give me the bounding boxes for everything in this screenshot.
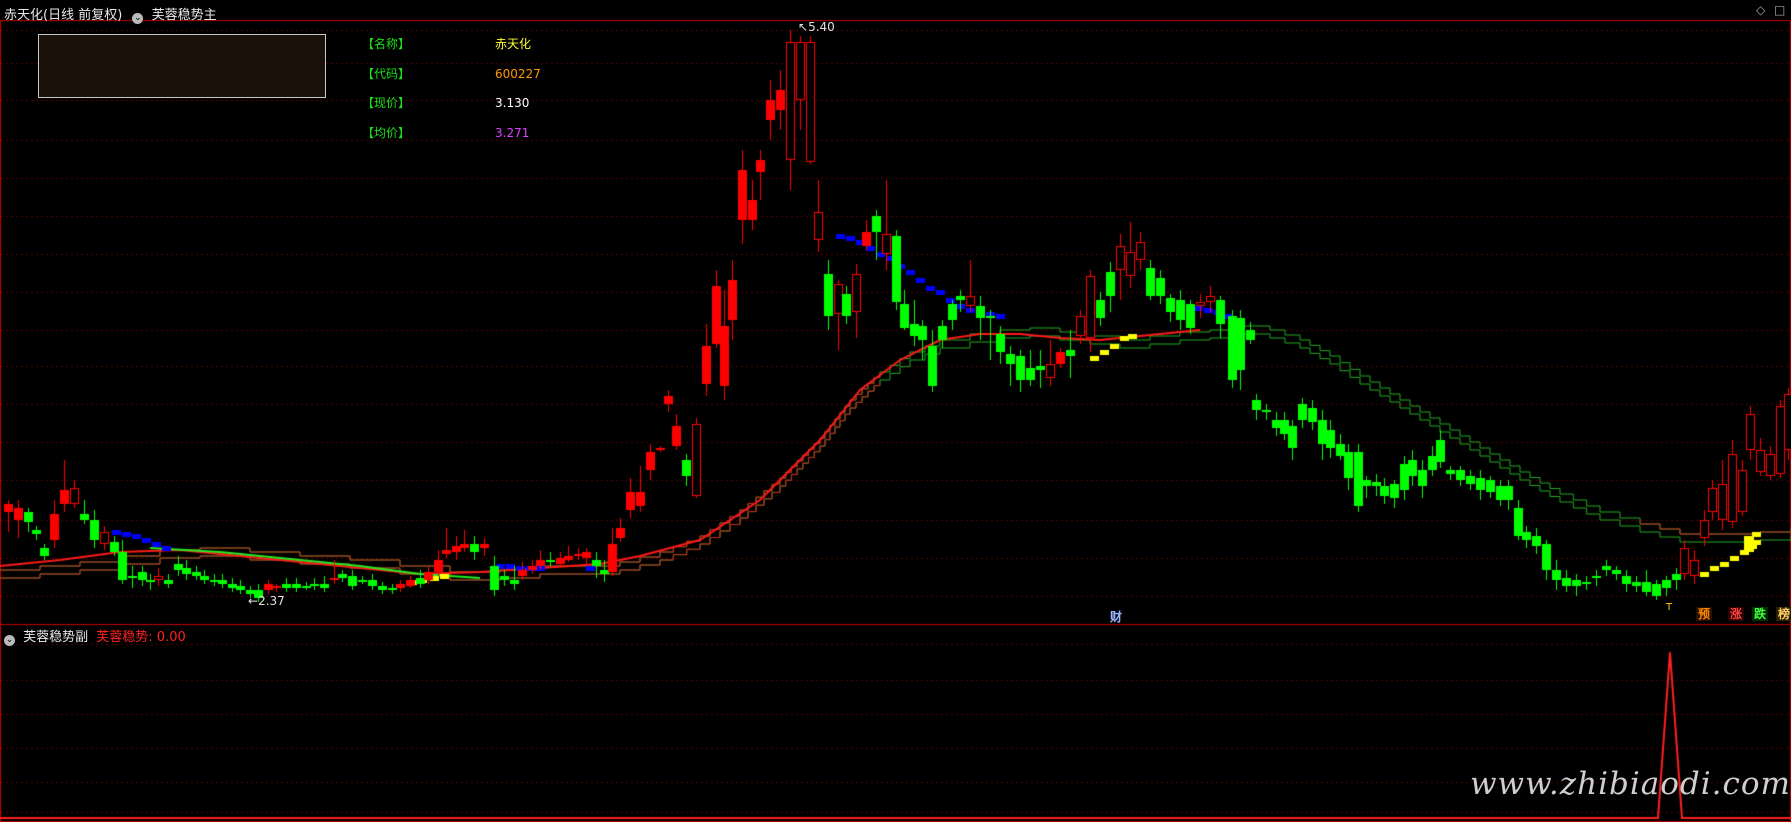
panel-expand-icon[interactable]: ◇ (1756, 3, 1765, 17)
tag-forecast: 预 (1696, 607, 1713, 621)
main-indicator-name[interactable]: 芙蓉稳势主 (152, 8, 217, 23)
sub-panel-header: ⌄ 芙蓉稳势副 芙蓉稳势: 0.00 (4, 626, 186, 646)
sub-indicator-toggle-icon[interactable]: ⌄ (4, 635, 15, 646)
low-price-label: ←2.37 (248, 594, 285, 608)
price-value: 3.130 (495, 96, 530, 110)
tag-rise: 涨 (1728, 607, 1745, 621)
price-label: 【现价】 (362, 96, 411, 110)
info-code-row: 【代码】 600227 (362, 65, 541, 82)
info-avg-row: 【均价】 3.271 (362, 124, 529, 141)
finance-marker[interactable]: 财 (1110, 608, 1122, 625)
panel-restore-icon[interactable]: □ (1774, 3, 1785, 17)
indicator-toggle-icon[interactable]: ⌄ (132, 13, 144, 24)
info-price-row: 【现价】 3.130 (362, 94, 529, 111)
sub-indicator-value: 芙蓉稳势: 0.00 (96, 630, 186, 645)
tag-fall: 跌 (1752, 607, 1769, 621)
low-price-value: 2.37 (258, 594, 285, 608)
tag-rank: 榜 (1776, 607, 1791, 621)
name-value: 赤天化 (495, 37, 532, 51)
watermark: www.zhibiaodi.com (1470, 766, 1791, 802)
chart-header: 赤天化(日线 前复权) ⌄ 芙蓉稳势主 (4, 4, 217, 24)
code-value: 600227 (495, 67, 541, 81)
name-label: 【名称】 (362, 37, 411, 51)
stock-title: 赤天化(日线 前复权) (4, 8, 123, 23)
high-price-value: 5.40 (808, 20, 835, 34)
sub-indicator-name[interactable]: 芙蓉稳势副 (23, 630, 88, 645)
bottom-marker: T (1666, 602, 1673, 613)
chart-canvas[interactable] (0, 0, 1791, 822)
avg-label: 【均价】 (362, 126, 411, 140)
code-label: 【代码】 (362, 67, 411, 81)
info-name-row: 【名称】 赤天化 (362, 35, 531, 52)
avg-value: 3.271 (495, 126, 530, 140)
high-price-label: ↖5.40 (798, 20, 835, 34)
info-box (38, 34, 326, 98)
